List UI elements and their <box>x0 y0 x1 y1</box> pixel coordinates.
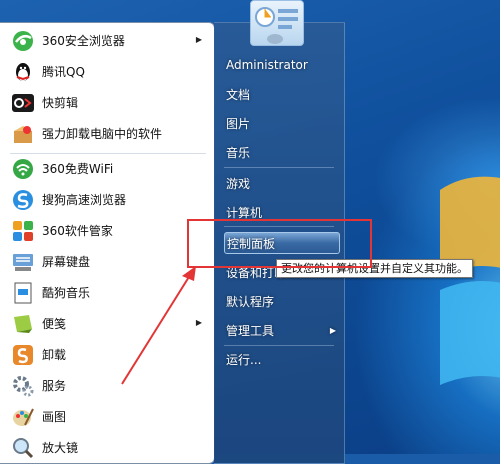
program-label: 搜狗高速浏览器 <box>42 193 127 207</box>
place-label: 管理工具 <box>226 323 275 338</box>
program-item-sogou-browser[interactable]: 搜狗高速浏览器 <box>6 185 210 214</box>
program-item-paint[interactable]: 画图 <box>6 402 210 431</box>
program-item-sticky-notes[interactable]: 便笺 ▶ <box>6 309 210 338</box>
magnifier-icon <box>10 435 36 461</box>
quick-edit-icon <box>10 90 36 116</box>
place-label: 文档 <box>226 87 251 102</box>
wifi-icon <box>10 156 36 182</box>
program-label: 强力卸载电脑中的软件 <box>42 127 163 141</box>
program-label: 360免费WiFi <box>42 162 114 176</box>
program-label: 360软件管家 <box>42 224 113 238</box>
submenu-arrow-icon: ▶ <box>195 35 202 44</box>
user-account-picture[interactable] <box>250 0 304 46</box>
program-item-on-screen-keyboard[interactable]: 屏幕键盘 <box>6 247 210 276</box>
program-label: 酷狗音乐 <box>42 286 91 300</box>
place-label: 音乐 <box>226 145 251 160</box>
program-label: 屏幕键盘 <box>42 255 91 269</box>
program-label: 便笺 <box>42 317 67 331</box>
program-item-360-wifi[interactable]: 360免费WiFi <box>6 154 210 183</box>
keyboard-icon <box>10 249 36 275</box>
start-menu-programs-pane: 360安全浏览器 ▶ 腾讯QQ 快剪辑 强力卸载电脑中的软件 360免费WiFi… <box>0 22 215 464</box>
place-label: Administrator <box>226 58 308 72</box>
place-item-run[interactable]: 运行... <box>224 348 342 370</box>
place-label: 默认程序 <box>226 294 275 309</box>
uninstall-box-icon <box>10 121 36 147</box>
program-item-360-browser[interactable]: 360安全浏览器 ▶ <box>6 26 210 55</box>
uninstall-icon <box>10 342 36 368</box>
program-label: 快剪辑 <box>42 96 79 110</box>
program-item-qq[interactable]: 腾讯QQ <box>6 57 210 86</box>
place-item-documents[interactable]: 文档 <box>224 83 342 105</box>
menu-separator <box>224 345 334 346</box>
program-label: 腾讯QQ <box>42 65 85 79</box>
360-browser-icon <box>10 28 36 54</box>
submenu-arrow-icon: ▶ <box>329 325 336 335</box>
kugou-music-icon <box>10 280 36 306</box>
paint-icon <box>10 404 36 430</box>
sticky-note-icon <box>10 311 36 337</box>
program-item-quick-edit[interactable]: 快剪辑 <box>6 88 210 117</box>
program-label: 服务 <box>42 379 67 393</box>
place-label: 游戏 <box>226 176 251 191</box>
program-label: 放大镜 <box>42 441 79 455</box>
place-item-music[interactable]: 音乐 <box>224 141 342 163</box>
qq-penguin-icon <box>10 59 36 85</box>
program-label: 360安全浏览器 <box>42 34 125 48</box>
software-manager-icon <box>10 218 36 244</box>
program-item-magnifier[interactable]: 放大镜 <box>6 433 210 462</box>
place-item-admin-tools[interactable]: 管理工具 ▶ <box>224 319 342 341</box>
place-item-pictures[interactable]: 图片 <box>224 112 342 134</box>
program-label: 卸载 <box>42 348 67 362</box>
place-item-administrator[interactable]: Administrator <box>224 54 342 76</box>
services-gear-icon <box>10 373 36 399</box>
place-item-default-programs[interactable]: 默认程序 <box>224 290 342 312</box>
place-label: 图片 <box>226 116 251 131</box>
highlight-annotation-box <box>187 219 372 268</box>
program-item-services[interactable]: 服务 <box>6 371 210 400</box>
sogou-browser-icon <box>10 187 36 213</box>
program-label: 画图 <box>42 410 67 424</box>
place-label: 运行... <box>226 352 262 367</box>
user-picture-icon <box>255 7 298 44</box>
program-item-uninstall[interactable]: 卸载 <box>6 340 210 369</box>
place-label: 计算机 <box>226 205 263 220</box>
place-item-games[interactable]: 游戏 <box>224 172 342 194</box>
program-item-kugou-music[interactable]: 酷狗音乐 <box>6 278 210 307</box>
submenu-arrow-icon: ▶ <box>195 318 202 327</box>
program-item-360-software-manager[interactable]: 360软件管家 <box>6 216 210 245</box>
program-item-force-uninstall[interactable]: 强力卸载电脑中的软件 <box>6 119 210 148</box>
menu-separator <box>224 167 334 168</box>
